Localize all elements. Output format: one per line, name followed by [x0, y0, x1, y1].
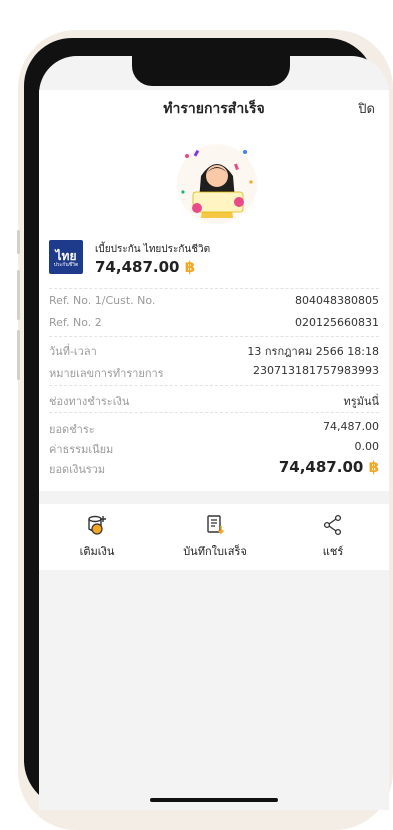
coins-add-icon: [88, 515, 106, 535]
detail-row-channel: ช่องทางชำระเงิน ทรูมันนี่: [49, 395, 379, 408]
topup-button[interactable]: เติมเงิน: [47, 514, 147, 560]
insurer-logo: ไทย ประกันชีวิต: [49, 240, 83, 274]
share-button[interactable]: แชร์: [283, 514, 383, 560]
action-bar: เติมเงิน บันทึกใบเสร็จ แชร์: [39, 504, 389, 570]
detail-row-transaction-id: หมายเลขการทำรายการ 230713181757983993: [49, 364, 379, 380]
detail-row-fee: ค่าธรรมเนียม 0.00: [49, 440, 379, 456]
phone-side-button: [17, 230, 20, 254]
payee-amount: 74,487.00 ฿: [95, 258, 196, 276]
payee-name: เบี้ยประกัน ไทยประกันชีวิต: [95, 244, 211, 255]
page-title: ทำรายการสำเร็จ: [163, 101, 265, 117]
phone-side-button: [17, 330, 20, 380]
save-receipt-button[interactable]: บันทึกใบเสร็จ: [165, 514, 265, 560]
phone-side-button: [17, 270, 20, 320]
total-amount: 74,487.00 ฿: [278, 458, 379, 476]
detail-row-ref2: Ref. No. 2 020125660831: [49, 316, 379, 329]
home-indicator: [150, 798, 278, 802]
share-icon: [323, 514, 342, 536]
app-screen: ทำรายการสำเร็จ ปิด ไทย ประกันชีวิต เบี้ย…: [39, 56, 389, 810]
baht-icon: ฿: [184, 258, 196, 276]
header: ทำรายการสำเร็จ ปิด: [39, 90, 389, 131]
detail-row-amount: ยอดชำระ 74,487.00: [49, 420, 379, 436]
detail-row-ref1: Ref. No. 1/Cust. No. 804048380805: [49, 294, 379, 307]
close-button[interactable]: ปิด: [358, 98, 375, 119]
receipt-download-icon: [207, 515, 225, 535]
receipt-card: ไทย ประกันชีวิต เบี้ยประกัน ไทยประกันชีว…: [39, 130, 389, 491]
detail-row-datetime: วันที่-เวลา 13 กรกฎาคม 2566 18:18: [49, 345, 379, 358]
notch: [132, 56, 290, 86]
success-illustration-icon: [177, 144, 257, 224]
baht-icon: ฿: [368, 458, 379, 476]
